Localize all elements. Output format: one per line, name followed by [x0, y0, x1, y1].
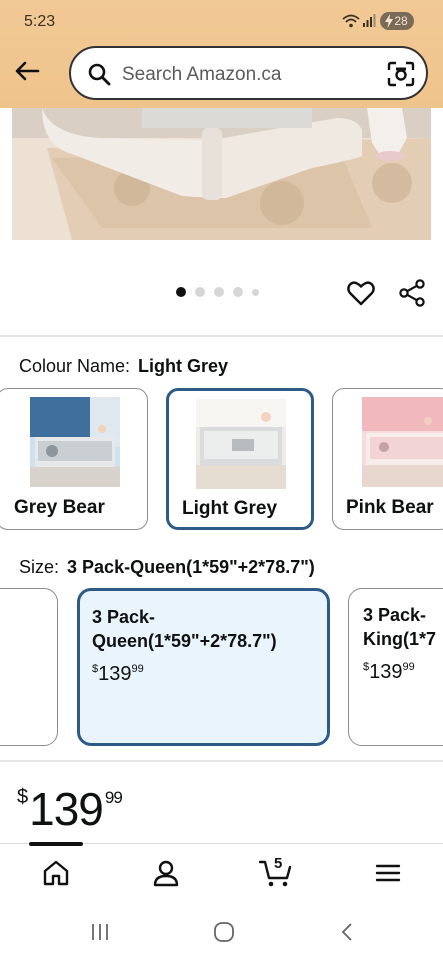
carousel-dot[interactable] — [214, 287, 224, 297]
product-price: $139 99 — [17, 782, 123, 836]
price-currency: $ — [92, 663, 99, 675]
charging-icon — [385, 14, 393, 28]
pink-bear-thumbnail — [362, 397, 443, 487]
price-whole: 139 — [369, 661, 403, 683]
search-bar[interactable]: Search Amazon.ca — [69, 46, 428, 100]
carousel-dot[interactable] — [252, 288, 259, 296]
size-option-king[interactable]: 3 Pack- King(1*7 $13999 — [348, 588, 443, 746]
status-bar: 5:23 28 — [0, 0, 443, 40]
price-cents: 99 — [402, 661, 415, 673]
colour-option-name: Pink Bear — [346, 497, 434, 518]
size-option-title: 3 Pack- Queen(1*59"+2*78.7") — [92, 605, 277, 653]
size-option-line2: King(1*7 — [363, 629, 437, 649]
colour-label: Colour Name: — [19, 356, 131, 376]
product-image[interactable] — [12, 108, 431, 240]
size-option-price: $13999 — [363, 661, 415, 684]
colour-selected-value: Light Grey — [138, 356, 229, 376]
price-currency: $ — [363, 661, 370, 673]
recent-apps-icon[interactable] — [89, 921, 111, 943]
app-header: 5:23 28 Search Amazon.ca — [0, 0, 443, 108]
back-chevron-icon[interactable] — [337, 921, 359, 943]
battery-level: 28 — [394, 14, 408, 28]
search-icon — [88, 63, 111, 86]
home-circle-icon[interactable] — [213, 921, 235, 943]
status-time: 5:23 — [24, 13, 56, 30]
size-option-line1: 3 Pack- — [363, 605, 427, 625]
size-option-line1: 3 Pack- — [92, 607, 156, 627]
heart-icon[interactable] — [347, 280, 375, 306]
size-label-row: Size: 3 Pack-Queen(1*59"+2*78.7") — [19, 557, 315, 578]
signal-icon — [363, 14, 376, 27]
price-cents: 99 — [104, 788, 123, 807]
camera-scan-icon[interactable] — [387, 61, 415, 87]
image-carousel-indicator — [176, 287, 259, 297]
carousel-dot[interactable] — [176, 287, 186, 297]
back-arrow-icon — [15, 61, 40, 81]
carousel-dot[interactable] — [195, 287, 205, 297]
system-navigation-bar — [0, 903, 443, 960]
colour-option-pink-bear[interactable]: Pink Bear — [332, 388, 443, 530]
cart-count-badge: 5 — [274, 855, 283, 872]
size-label: Size: — [19, 557, 60, 577]
product-photo — [12, 108, 431, 240]
search-input[interactable]: Search Amazon.ca — [122, 64, 281, 86]
size-option-line2: Queen(1*59"+2*78.7") — [92, 631, 277, 651]
product-page: 5:23 28 Search Amazon.ca Colour Name: Li… — [0, 0, 443, 960]
size-option-title: 3 Pack- King(1*7 — [363, 603, 436, 651]
price-whole: 139 — [98, 663, 132, 685]
colour-option-light-grey[interactable]: Light Grey — [166, 388, 314, 530]
share-icon[interactable] — [398, 279, 426, 307]
menu-icon[interactable] — [373, 858, 403, 888]
price-whole: 139 — [29, 783, 104, 835]
colour-option-name: Light Grey — [182, 498, 278, 519]
grey-bear-thumbnail — [30, 397, 120, 487]
colour-option-name: Grey Bear — [14, 497, 105, 518]
price-currency: $ — [17, 786, 28, 808]
carousel-dot[interactable] — [233, 287, 243, 297]
wifi-icon — [342, 14, 360, 28]
active-tab-indicator — [29, 842, 83, 846]
size-option-queen[interactable]: 3 Pack- Queen(1*59"+2*78.7") $13999 — [77, 588, 330, 746]
colour-option-grey-bear[interactable]: Grey Bear — [0, 388, 148, 530]
section-divider — [0, 760, 443, 762]
battery-indicator: 28 — [380, 12, 414, 30]
light-grey-thumbnail — [196, 399, 286, 489]
section-divider — [0, 335, 443, 337]
home-icon[interactable] — [41, 858, 71, 888]
size-selected-value: 3 Pack-Queen(1*59"+2*78.7") — [67, 557, 315, 577]
colour-label-row: Colour Name: Light Grey — [19, 356, 228, 377]
price-cents: 99 — [131, 663, 144, 675]
size-option-previous[interactable] — [0, 588, 58, 746]
bottom-nav: 5 — [0, 842, 443, 903]
account-icon[interactable] — [151, 858, 181, 888]
size-option-price: $13999 — [92, 663, 144, 686]
back-button[interactable] — [12, 58, 42, 84]
